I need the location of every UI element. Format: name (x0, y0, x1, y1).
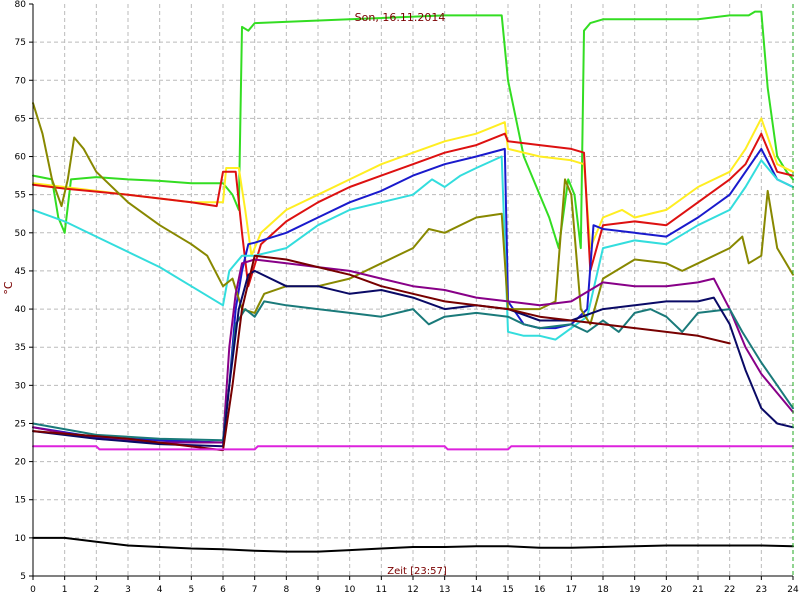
x-tick-label-21: 21 (692, 585, 703, 595)
x-tick-label-19: 19 (629, 585, 641, 595)
y-tick-label-60: 60 (15, 153, 27, 163)
x-tick-label-17: 17 (566, 585, 577, 595)
y-tick-label-55: 55 (15, 191, 26, 201)
x-tick-label-22: 22 (724, 585, 735, 595)
x-tick-label-13: 13 (439, 585, 450, 595)
x-tick-label-6: 6 (220, 585, 226, 595)
x-tick-label-4: 4 (157, 585, 163, 595)
y-tick-label-70: 70 (15, 76, 27, 86)
y-tick-label-80: 80 (15, 0, 27, 10)
y-tick-label-65: 65 (15, 114, 26, 124)
y-tick-label-20: 20 (15, 458, 27, 468)
x-tick-label-0: 0 (30, 585, 36, 595)
x-tick-label-2: 2 (93, 585, 99, 595)
y-tick-label-10: 10 (15, 534, 27, 544)
x-tick-label-18: 18 (597, 585, 609, 595)
y-axis-label: °C (2, 281, 15, 295)
chart-background (0, 0, 800, 600)
x-tick-label-3: 3 (125, 585, 131, 595)
x-tick-label-16: 16 (534, 585, 546, 595)
x-tick-label-23: 23 (756, 585, 767, 595)
y-tick-label-75: 75 (15, 38, 26, 48)
x-tick-label-8: 8 (283, 585, 289, 595)
y-tick-label-5: 5 (20, 572, 26, 582)
x-tick-label-12: 12 (407, 585, 418, 595)
y-tick-label-15: 15 (15, 496, 26, 506)
x-axis-label: Zeit [23:57] (387, 566, 447, 577)
x-tick-label-9: 9 (315, 585, 321, 595)
y-tick-label-50: 50 (15, 229, 27, 239)
y-tick-label-45: 45 (15, 267, 26, 277)
x-tick-label-11: 11 (376, 585, 387, 595)
line-chart: 0 1 2 3 4 5 6 7 8 9 10 11 12 13 14 15 16 17 18 19 20 21 22 23 24… (0, 0, 800, 600)
y-tick-label-35: 35 (15, 343, 26, 353)
x-tick-label-10: 10 (344, 585, 356, 595)
y-tick-label-40: 40 (15, 305, 27, 315)
x-tick-label-15: 15 (502, 585, 513, 595)
x-tick-label-24: 24 (787, 585, 799, 595)
x-tick-label-7: 7 (252, 585, 258, 595)
x-tick-label-14: 14 (471, 585, 483, 595)
x-tick-label-5: 5 (188, 585, 194, 595)
y-tick-label-30: 30 (15, 381, 27, 391)
chart-root: 0 1 2 3 4 5 6 7 8 9 10 11 12 13 14 15 16 17 18 19 20 21 22 23 24… (0, 0, 800, 600)
x-tick-label-20: 20 (661, 585, 673, 595)
chart-title: Son, 16.11.2014 (355, 11, 446, 24)
x-tick-label-1: 1 (62, 585, 68, 595)
y-tick-label-25: 25 (15, 419, 26, 429)
